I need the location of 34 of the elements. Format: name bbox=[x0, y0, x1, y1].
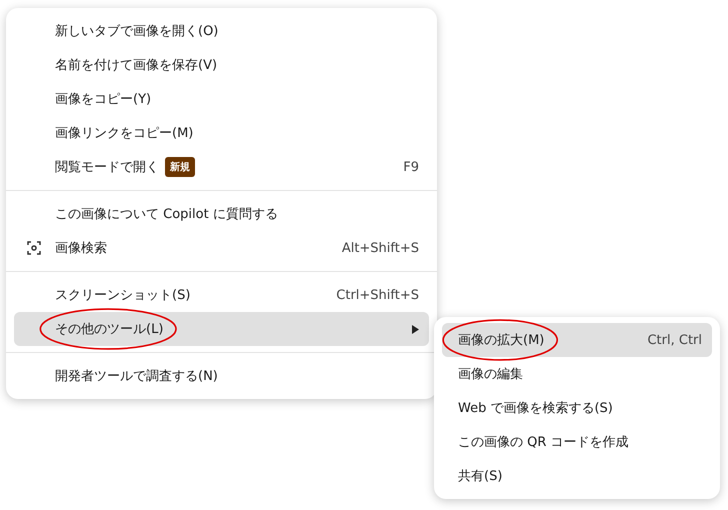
menu-item[interactable]: 画像検索 Alt+Shift+S bbox=[14, 231, 429, 265]
menu-item[interactable]: 画像リンクをコピー(M) bbox=[14, 116, 429, 150]
shortcut-text: Alt+Shift+S bbox=[342, 240, 419, 256]
menu-item[interactable]: 共有(S) bbox=[442, 459, 712, 493]
menu-item-label: 共有(S) bbox=[458, 468, 502, 485]
menu-item[interactable]: 名前を付けて画像を保存(V) bbox=[14, 48, 429, 82]
new-badge: 新規 bbox=[165, 157, 195, 177]
menu-item[interactable]: Web で画像を検索する(S) bbox=[442, 391, 712, 425]
menu-item-label: 画像検索 bbox=[55, 240, 107, 257]
shortcut-text: Ctrl+Shift+S bbox=[336, 288, 419, 302]
menu-item-label: この画像について Copilot に質問する bbox=[55, 206, 278, 223]
menu-item-label: 画像リンクをコピー(M) bbox=[55, 125, 194, 142]
menu-item-label: Web で画像を検索する(S) bbox=[458, 400, 613, 417]
menu-item-label: この画像の QR コードを作成 bbox=[458, 434, 629, 451]
menu-item[interactable]: この画像の QR コードを作成 bbox=[442, 425, 712, 459]
menu-item[interactable]: この画像について Copilot に質問する bbox=[14, 197, 429, 231]
shortcut-text: Ctrl, Ctrl bbox=[647, 332, 702, 348]
menu-item[interactable]: スクリーンショット(S) Ctrl+Shift+S bbox=[14, 278, 429, 312]
menu-item-label: 新しいタブで画像を開く(O) bbox=[55, 23, 218, 40]
menu-item[interactable]: 画像の編集 bbox=[442, 357, 712, 391]
menu-item-label: 画像の拡大(M) bbox=[458, 332, 544, 349]
menu-item-label: 名前を付けて画像を保存(V) bbox=[55, 57, 218, 74]
visual-search-icon bbox=[27, 241, 41, 255]
menu-item-label: 画像をコピー(Y) bbox=[55, 91, 152, 108]
menu-item[interactable]: 画像をコピー(Y) bbox=[14, 82, 429, 116]
menu-item[interactable]: 新しいタブで画像を開く(O) bbox=[14, 14, 429, 48]
menu-item-label: スクリーンショット(S) bbox=[55, 287, 190, 304]
menu-item[interactable]: 閲覧モードで開く 新規 F9 bbox=[14, 150, 429, 184]
menu-item-label: 閲覧モードで開く bbox=[55, 159, 159, 176]
shortcut-text: F9 bbox=[403, 160, 419, 174]
menu-item[interactable]: 開発者ツールで調査する(N) bbox=[14, 359, 429, 393]
menu-item-label: 画像の編集 bbox=[458, 366, 523, 383]
menu-item-label: 開発者ツールで調査する(N) bbox=[55, 368, 218, 385]
menu-item-label: その他のツール(L) bbox=[55, 321, 164, 338]
